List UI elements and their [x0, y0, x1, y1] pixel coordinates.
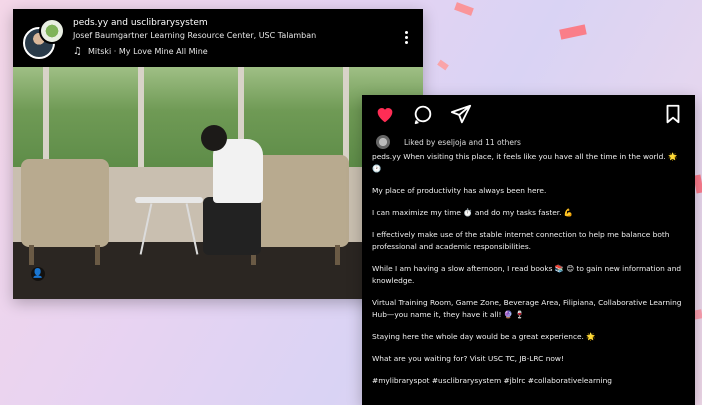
confetti [454, 2, 474, 16]
confetti [437, 59, 449, 71]
caption-paragraph: What are you waiting for? Visit USC TC, … [372, 354, 564, 363]
person-legs [203, 197, 261, 255]
heart-icon[interactable] [374, 103, 396, 125]
caption-paragraph: peds.yy When visiting this place, it fee… [372, 152, 678, 173]
side-table [135, 197, 203, 203]
caption-paragraph: My place of productivity has always been… [372, 186, 547, 195]
caption-paragraph: I effectively make use of the stable int… [372, 230, 670, 251]
post-actions [374, 103, 684, 127]
caption-paragraph: While I am having a slow afternoon, I re… [372, 264, 682, 285]
post-caption-panel: Liked by eseljoja and 11 others peds.yy … [362, 95, 695, 405]
chair-leg [95, 245, 100, 265]
post-accounts[interactable]: peds.yy and usclibrarysystem [73, 18, 208, 28]
liker-avatar[interactable] [376, 135, 390, 149]
bookmark-icon[interactable] [662, 103, 684, 125]
post-header: peds.yy and usclibrarysystem Josef Baumg… [13, 9, 423, 69]
chair-leg [335, 245, 340, 265]
post-location[interactable]: Josef Baumgartner Learning Resource Cent… [73, 31, 316, 40]
caption-text: peds.yy When visiting this place, it fee… [372, 151, 687, 397]
more-vertical-icon[interactable] [405, 29, 409, 46]
person-head [201, 125, 227, 151]
likes-text[interactable]: Liked by eseljoja and 11 others [404, 138, 521, 147]
avatar-group[interactable] [23, 18, 65, 67]
likes-row[interactable]: Liked by eseljoja and 11 others [376, 135, 521, 149]
confetti [559, 24, 587, 40]
chair-leg [29, 245, 34, 265]
caption-paragraph: I can maximize my time ⏱️ and do my task… [372, 208, 574, 217]
collaborator-avatar[interactable] [39, 18, 65, 44]
armchair-left [21, 159, 109, 247]
user-tag-icon[interactable]: 👤 [31, 267, 45, 281]
send-icon[interactable] [450, 103, 472, 125]
window-frame [138, 67, 144, 177]
music-note-icon: ♫ [73, 46, 82, 57]
caption-paragraph: Virtual Training Room, Game Zone, Bevera… [372, 298, 682, 319]
post-music[interactable]: ♫ Mitski · My Love Mine All Mine [73, 46, 208, 57]
caption-paragraph: Staying here the whole day would be a gr… [372, 332, 596, 341]
hashtags[interactable]: #mylibraryspot #usclibrarysystem #jblrc … [372, 375, 687, 387]
music-track: Mitski · My Love Mine All Mine [87, 47, 208, 56]
comment-icon[interactable] [412, 103, 434, 125]
